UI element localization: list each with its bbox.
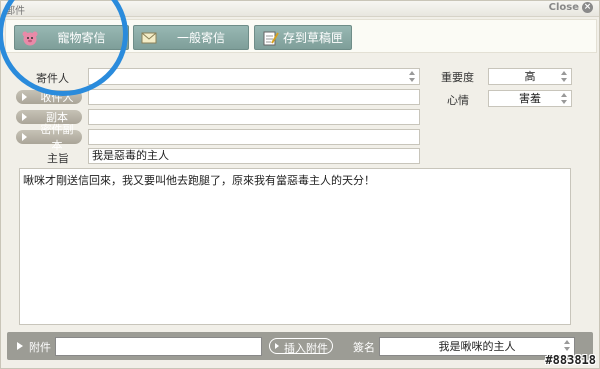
close-label: Close: [548, 2, 579, 13]
mood-label: 心情: [447, 94, 469, 107]
play-arrow-icon: [275, 343, 279, 349]
sender-label: 寄件人: [36, 72, 69, 85]
priority-value: 高: [524, 70, 536, 83]
signature-label: 簽名: [353, 341, 375, 354]
insert-attachment-label: 插入附件: [284, 342, 328, 355]
message-body[interactable]: 啾咪才剛送信回來，我又要叫他去跑腿了，原來我有當惡毒主人的天分！: [19, 168, 571, 325]
close-icon[interactable]: ×: [582, 2, 593, 13]
signature-value: 我是啾咪的主人: [438, 340, 516, 353]
sender-select[interactable]: [88, 68, 420, 85]
recipient-button[interactable]: 收件人: [16, 90, 82, 104]
recipient-label: 收件人: [40, 91, 74, 104]
pet-mail-label: 寵物寄信: [57, 31, 106, 45]
bcc-label: 密件副本: [40, 123, 74, 152]
bcc-button[interactable]: 密件副本: [16, 123, 82, 152]
normal-mail-button[interactable]: 一般寄信: [133, 25, 249, 50]
close-button[interactable]: Close ×: [549, 2, 593, 13]
subject-label: 主旨: [47, 152, 69, 165]
mood-value: 害羞: [519, 92, 541, 105]
normal-mail-label: 一般寄信: [176, 31, 225, 45]
recipient-input[interactable]: [88, 89, 420, 105]
title-bar: 郵件 Close ×: [1, 1, 599, 17]
pet-mail-button[interactable]: 寵物寄信: [14, 25, 129, 50]
save-draft-button[interactable]: 存到草稿匣: [254, 25, 352, 50]
watermark: #883818: [545, 353, 596, 367]
attach-label: 附件: [29, 341, 51, 354]
bcc-input[interactable]: [88, 129, 420, 145]
updown-arrows-icon: [561, 71, 568, 82]
attach-input[interactable]: [55, 337, 262, 356]
updown-arrows-icon: [561, 93, 568, 104]
save-draft-label: 存到草稿匣: [282, 31, 343, 45]
updown-arrows-icon: [409, 71, 416, 82]
mood-select[interactable]: 害羞: [488, 90, 572, 107]
play-arrow-icon: [22, 113, 27, 121]
mail-compose-window: 郵件 Close × 寵物寄信 一般寄信 存到草稿匣 寄件人 收件人 副本 密件…: [0, 0, 600, 369]
play-arrow-icon: [22, 93, 27, 101]
subject-input[interactable]: 我是惡毒的主人: [88, 148, 420, 164]
toolbar: 寵物寄信 一般寄信 存到草稿匣: [5, 19, 597, 53]
play-arrow-icon: [22, 133, 27, 141]
priority-select[interactable]: 高: [488, 68, 572, 85]
play-arrow-icon: [17, 342, 23, 350]
insert-attachment-button[interactable]: 插入附件: [269, 338, 333, 355]
window-title: 郵件: [5, 6, 25, 17]
attachment-bar: 附件 插入附件 簽名 我是啾咪的主人: [7, 332, 593, 360]
cc-input[interactable]: [88, 109, 420, 125]
priority-label: 重要度: [441, 71, 474, 84]
updown-arrows-icon: [564, 340, 571, 351]
